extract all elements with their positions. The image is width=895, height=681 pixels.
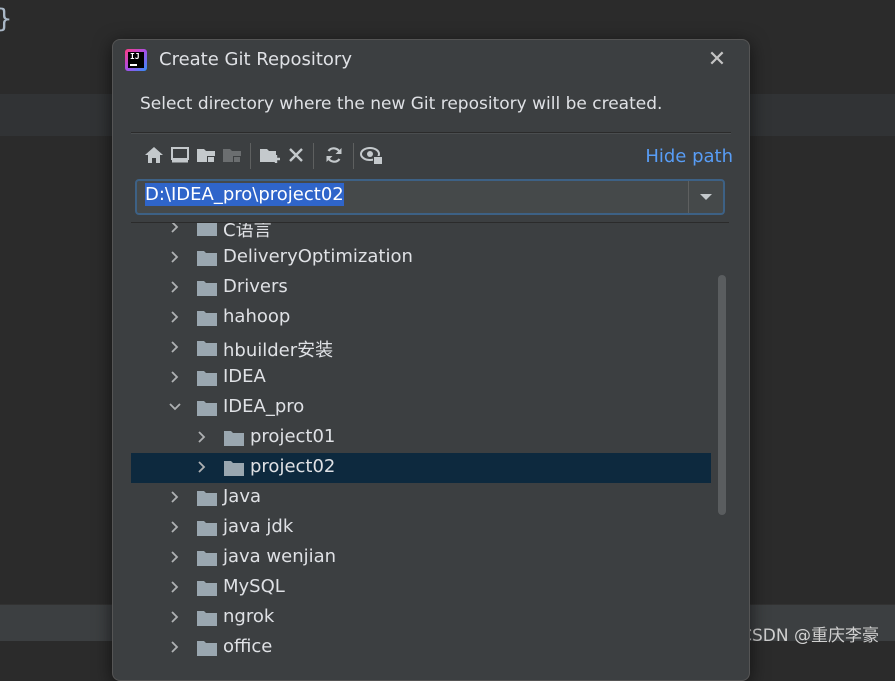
tree-row-label: office [223, 636, 273, 657]
tree-row[interactable]: java jdk [131, 513, 711, 543]
tree-row-label: MySQL [223, 576, 285, 597]
refresh-icon[interactable] [321, 141, 347, 169]
folder-icon [197, 311, 217, 326]
home-icon[interactable] [141, 141, 167, 169]
tree-row-label: IDEA [223, 366, 266, 387]
tree-row-label: hbuilder安装 [223, 340, 334, 361]
tree-row-label: ngrok [223, 606, 275, 627]
chevron-right-icon[interactable] [167, 249, 183, 265]
directory-tree[interactable]: C语言 DeliveryOptimization Drivers hahoop hbui… [131, 222, 729, 680]
hide-path-link[interactable]: Hide path [645, 146, 733, 167]
toolbar-separator [353, 143, 354, 169]
chevron-right-icon[interactable] [167, 222, 183, 235]
show-hidden-icon[interactable] [359, 141, 385, 169]
tree-row-label: hahoop [223, 306, 291, 327]
chevron-right-icon[interactable] [194, 429, 210, 445]
delete-icon[interactable] [283, 141, 309, 169]
chevron-right-icon[interactable] [167, 339, 183, 355]
desktop-icon[interactable] [167, 141, 193, 169]
chevron-right-icon[interactable] [167, 549, 183, 565]
project-folder-icon[interactable] [193, 141, 219, 169]
tree-row-label: DeliveryOptimization [223, 246, 413, 267]
toolbar-separator [313, 143, 314, 169]
tree-row[interactable]: Drivers [131, 273, 711, 303]
tree-row[interactable]: MySQL [131, 573, 711, 603]
folder-icon [197, 401, 217, 416]
folder-icon [197, 223, 217, 236]
instruction-text: Select directory where the new Git repos… [140, 94, 663, 114]
chevron-down-icon[interactable] [167, 399, 183, 415]
chevron-down-icon[interactable] [688, 181, 723, 213]
tree-row-label: Drivers [223, 276, 288, 297]
folder-icon [197, 251, 217, 266]
tree-row[interactable]: IDEA [131, 363, 711, 393]
dialog-title: Create Git Repository [159, 49, 352, 70]
chevron-right-icon[interactable] [167, 639, 183, 655]
dialog-title-bar[interactable]: IJ Create Git Repository ✕ [113, 40, 749, 82]
tree-row-label: project02 [250, 456, 336, 477]
tree-row-label: IDEA_pro [223, 396, 305, 417]
tree-row-label: project01 [250, 426, 336, 447]
chevron-right-icon[interactable] [167, 369, 183, 385]
chevron-right-icon[interactable] [167, 609, 183, 625]
watermark: CSDN @重庆李豪 [740, 626, 879, 646]
tree-row[interactable]: C语言 [131, 222, 711, 243]
folder-icon [197, 611, 217, 626]
tree-row-label: C语言 [223, 222, 272, 241]
path-combobox[interactable]: D:\IDEA_pro\project02 [135, 179, 725, 215]
chevron-right-icon[interactable] [167, 519, 183, 535]
folder-icon [224, 431, 244, 446]
tree-row[interactable]: DeliveryOptimization [131, 243, 711, 273]
tree-row[interactable]: office [131, 633, 711, 663]
new-folder-icon[interactable] [257, 141, 283, 169]
toolbar-separator [250, 143, 251, 169]
divider [131, 132, 731, 134]
folder-icon [197, 341, 217, 356]
folder-icon [224, 461, 244, 476]
folder-icon [197, 641, 217, 656]
folder-icon [197, 281, 217, 296]
path-input[interactable]: D:\IDEA_pro\project02 [137, 181, 693, 213]
folder-icon [197, 491, 217, 506]
intellij-app-icon: IJ [125, 49, 147, 71]
tree-row-label: java wenjian [223, 546, 337, 567]
editor-brace: } [0, 4, 13, 34]
tree-row[interactable]: project01 [131, 423, 711, 453]
module-folder-icon[interactable] [219, 141, 245, 169]
folder-icon [197, 371, 217, 386]
tree-row[interactable]: hbuilder安装 [131, 333, 711, 363]
tree-row[interactable]: java wenjian [131, 543, 711, 573]
create-git-repository-dialog: IJ Create Git Repository ✕ Select direct… [112, 39, 750, 681]
tree-row[interactable]: project02 [131, 453, 711, 483]
tree-row[interactable]: hahoop [131, 303, 711, 333]
tree-row-label: java jdk [223, 516, 294, 537]
chevron-right-icon[interactable] [194, 459, 210, 475]
chevron-right-icon[interactable] [167, 489, 183, 505]
tree-row-label: Java [223, 486, 262, 507]
folder-icon [197, 581, 217, 596]
close-icon[interactable]: ✕ [707, 49, 727, 71]
folder-icon [197, 551, 217, 566]
chevron-right-icon[interactable] [167, 579, 183, 595]
tree-scrollbar[interactable] [718, 275, 726, 515]
chevron-right-icon[interactable] [167, 279, 183, 295]
tree-row[interactable]: IDEA_pro [131, 393, 711, 423]
chevron-right-icon[interactable] [167, 309, 183, 325]
path-selected-text: D:\IDEA_pro\project02 [145, 183, 344, 206]
tree-row[interactable]: Java [131, 483, 711, 513]
folder-icon [197, 521, 217, 536]
tree-row[interactable]: ngrok [131, 603, 711, 633]
